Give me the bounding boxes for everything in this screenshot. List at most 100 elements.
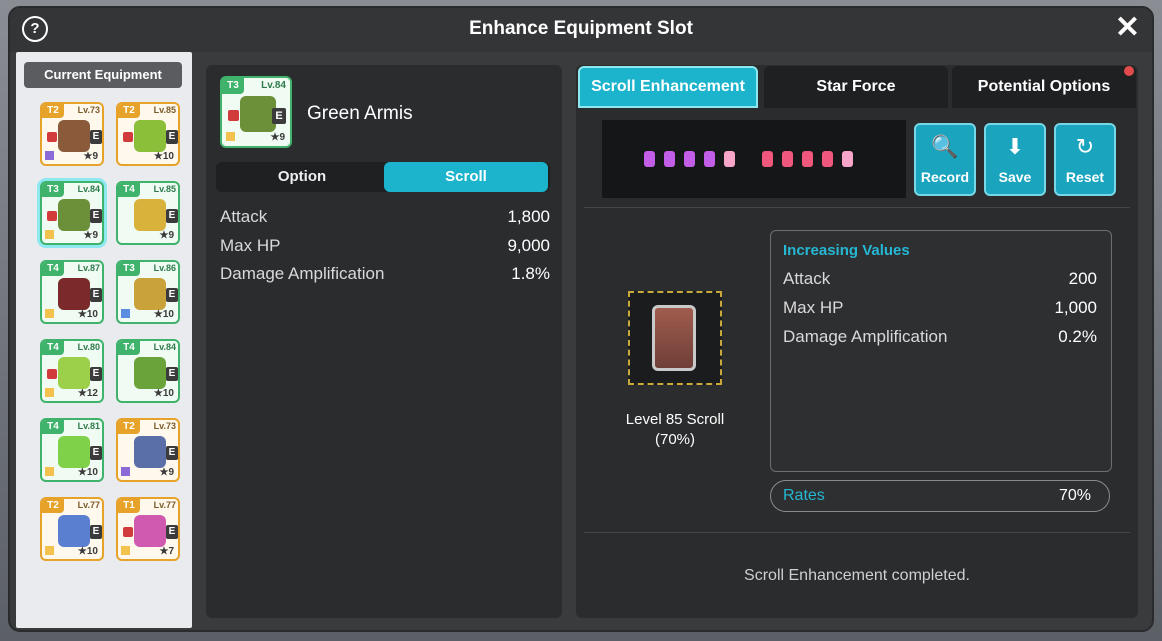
star-icon: ★ xyxy=(77,467,87,478)
dialog-titlebar: ? Enhance Equipment Slot ✕ xyxy=(10,8,1152,52)
save-button[interactable]: ⬇ Save xyxy=(984,123,1046,196)
equipment-icon xyxy=(134,515,166,547)
tier-badge: T1 xyxy=(118,499,140,513)
rates-label: Rates xyxy=(783,487,825,504)
equipment-slot[interactable]: T4 Lv.80 E ★12 xyxy=(40,339,104,403)
scroll-result-icon xyxy=(644,151,655,167)
equipment-slot[interactable]: T4 Lv.81 E ★10 xyxy=(40,418,104,482)
tier-badge: T4 xyxy=(42,262,64,276)
equipment-slot[interactable]: T2 Lv.73 E ★9 xyxy=(40,102,104,166)
scroll-history-strip xyxy=(602,120,906,198)
dialog-title: Enhance Equipment Slot xyxy=(469,18,693,39)
star-number: 9 xyxy=(168,230,174,241)
equipment-icon xyxy=(58,515,90,547)
equipment-slot[interactable]: T2 Lv.77 E ★10 xyxy=(40,497,104,561)
star-count: ★10 xyxy=(154,388,174,399)
level-label: Lv.73 xyxy=(153,421,176,431)
enhance-equipment-dialog: ? Enhance Equipment Slot ✕ Current Equip… xyxy=(8,6,1154,632)
tier-badge: T2 xyxy=(42,499,64,513)
tier-badge: T4 xyxy=(42,341,64,355)
star-count: ★9 xyxy=(159,230,174,241)
star-count: ★9 xyxy=(270,132,285,143)
tab-potential-options[interactable]: Potential Options xyxy=(952,66,1136,108)
tab-scroll-enhancement[interactable]: Scroll Enhancement xyxy=(578,66,758,108)
scroll-tab[interactable]: Scroll xyxy=(384,162,548,192)
equipment-slot[interactable]: T3 Lv.86 E ★10 xyxy=(116,260,180,324)
grade-square-icon xyxy=(45,546,54,555)
status-message: Scroll Enhancement completed. xyxy=(744,567,970,584)
scroll-result-icon xyxy=(704,151,715,167)
lock-icon xyxy=(123,527,133,537)
equipment-slot[interactable]: T2 Lv.85 E ★10 xyxy=(116,102,180,166)
star-number: 9 xyxy=(168,467,174,478)
lock-icon xyxy=(228,110,239,121)
tier-badge: T4 xyxy=(118,183,140,197)
scroll-result-icon xyxy=(802,151,813,167)
record-label: Record xyxy=(920,169,970,185)
stat-row: Attack 1,800 xyxy=(220,207,550,233)
star-number: 10 xyxy=(86,467,98,478)
level-label: Lv.80 xyxy=(77,342,100,352)
increase-row: Damage Amplification 0.2% xyxy=(783,327,1097,347)
tab-star-force[interactable]: Star Force xyxy=(764,66,948,108)
enhancement-panel: Scroll Enhancement Star Force Potential … xyxy=(576,65,1138,618)
equipment-icon xyxy=(58,357,90,389)
equipped-badge: E xyxy=(90,130,102,144)
tier-badge: T2 xyxy=(42,104,64,118)
scroll-name: Level 85 Scroll xyxy=(625,411,725,428)
star-number: 9 xyxy=(92,230,98,241)
equipment-slot[interactable]: T3 Lv.84 E ★9 xyxy=(40,181,104,245)
stat-value: 9,000 xyxy=(507,236,550,255)
option-tab[interactable]: Option xyxy=(220,162,384,192)
stat-value: 1,800 xyxy=(507,207,550,226)
star-count: ★9 xyxy=(83,151,98,162)
selected-item-icon: T3 Lv.84 E ★9 xyxy=(220,76,292,148)
grade-square-icon xyxy=(45,388,54,397)
star-icon: ★ xyxy=(77,546,87,557)
reset-button[interactable]: ↻ Reset xyxy=(1054,123,1116,196)
tier-badge: T4 xyxy=(118,341,140,355)
star-number: 12 xyxy=(86,388,98,399)
scroll-result-icon xyxy=(762,151,773,167)
scroll-icon xyxy=(652,305,696,371)
level-label: Lv.77 xyxy=(77,500,100,510)
scroll-slot[interactable] xyxy=(628,291,722,385)
star-count: ★10 xyxy=(78,546,98,557)
lock-icon xyxy=(123,132,133,142)
tier-badge: T3 xyxy=(118,262,140,276)
equipment-slot[interactable]: T4 Lv.87 E ★10 xyxy=(40,260,104,324)
level-label: Lv.84 xyxy=(261,80,286,91)
close-icon[interactable]: ✕ xyxy=(1115,12,1140,44)
stat-name: Damage Amplification xyxy=(220,264,385,283)
notification-dot-icon xyxy=(1124,66,1134,76)
equipment-slot[interactable]: T1 Lv.77 E ★7 xyxy=(116,497,180,561)
rates-bar: Rates 70% xyxy=(770,480,1110,512)
star-count: ★9 xyxy=(159,467,174,478)
scroll-rate: (70%) xyxy=(654,431,695,448)
rates-value: 70% xyxy=(1058,487,1091,504)
grade-square-icon xyxy=(121,467,130,476)
grade-square-icon xyxy=(226,132,235,141)
level-label: Lv.85 xyxy=(153,184,176,194)
increase-row: Attack 200 xyxy=(783,269,1097,289)
star-icon: ★ xyxy=(77,309,87,320)
increase-value: 200 xyxy=(1068,269,1097,288)
divider xyxy=(584,207,1130,208)
equipped-badge: E xyxy=(166,130,178,144)
star-number: 9 xyxy=(92,151,98,162)
equipment-slot[interactable]: T4 Lv.85 E ★9 xyxy=(116,181,180,245)
star-number: 10 xyxy=(162,151,174,162)
star-count: ★7 xyxy=(159,546,174,557)
tab-potential-options-label: Potential Options xyxy=(977,78,1111,95)
star-number: 10 xyxy=(162,309,174,320)
equipped-badge: E xyxy=(166,209,178,223)
equipment-slot[interactable]: T4 Lv.84 E ★10 xyxy=(116,339,180,403)
equipment-icon xyxy=(58,436,90,468)
grade-square-icon xyxy=(45,151,54,160)
equipment-slot[interactable]: T2 Lv.73 E ★9 xyxy=(116,418,180,482)
grade-square-icon xyxy=(121,309,130,318)
star-count: ★12 xyxy=(78,388,98,399)
record-button[interactable]: 🔍 Record xyxy=(914,123,976,196)
scroll-result-icon xyxy=(782,151,793,167)
equipped-badge: E xyxy=(90,525,102,539)
